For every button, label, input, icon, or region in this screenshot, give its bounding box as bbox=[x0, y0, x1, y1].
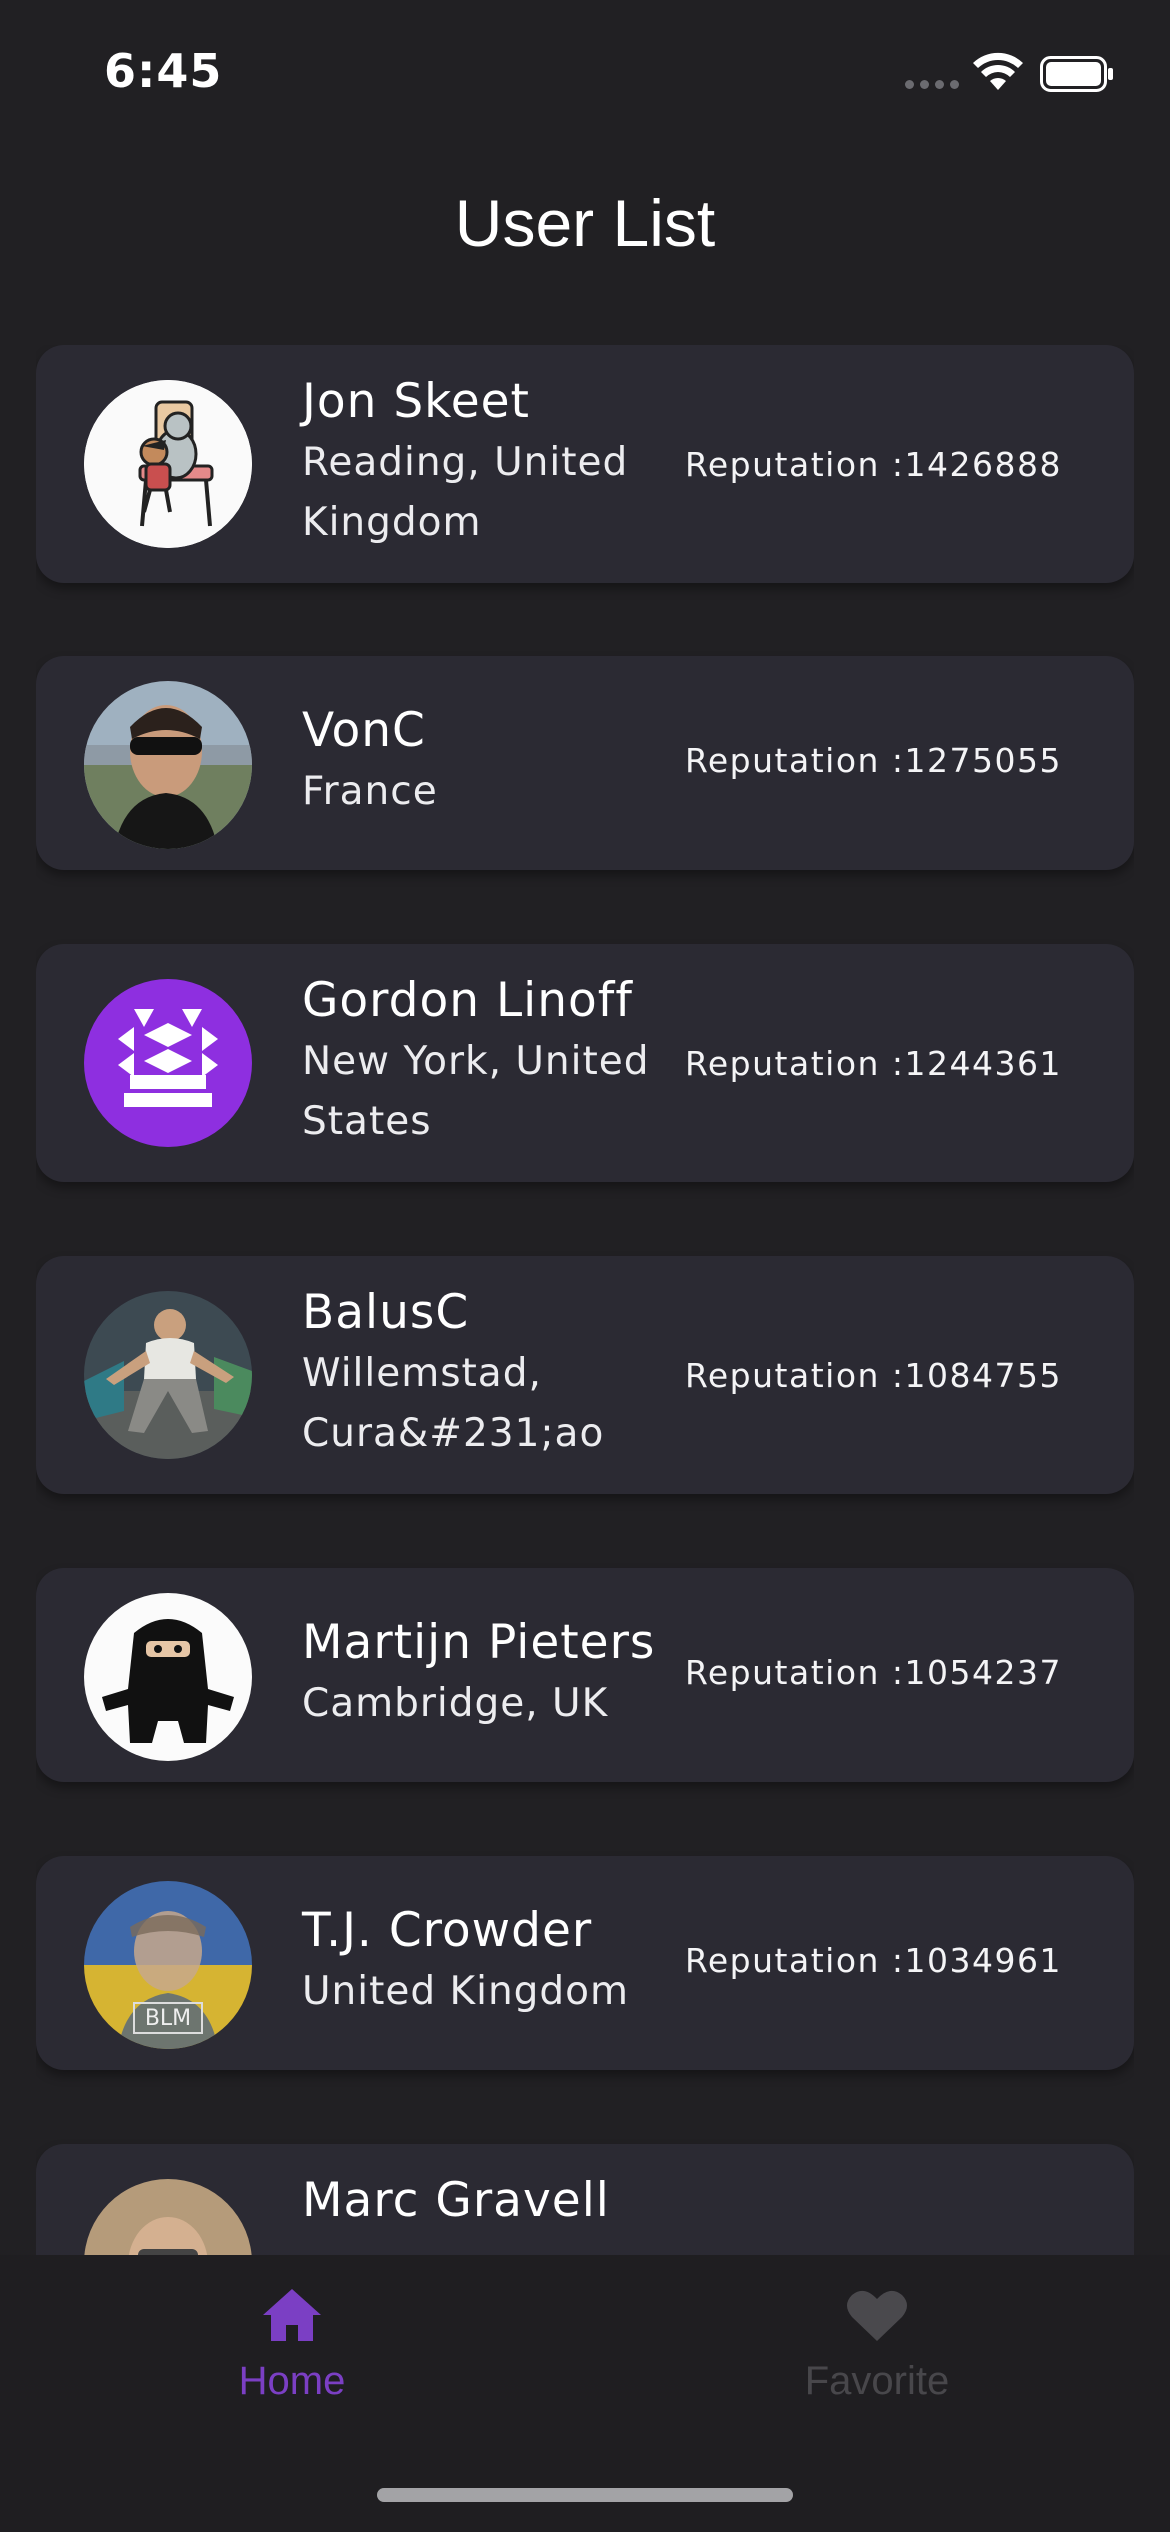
user-location: Reading, United Kingdom bbox=[302, 440, 629, 545]
user-name: T.J. Crowder bbox=[302, 1903, 593, 1958]
photo-avatar bbox=[84, 681, 252, 849]
home-indicator[interactable] bbox=[377, 2488, 793, 2502]
user-location: United Kingdom bbox=[302, 1969, 630, 2014]
user-card[interactable]: Gordon Linoff New York, United States Re… bbox=[36, 944, 1134, 1182]
user-name: VonC bbox=[302, 703, 426, 758]
user-card[interactable]: Marc Gravell bbox=[36, 2144, 1134, 2255]
page-title: User List bbox=[454, 186, 716, 260]
nav-home-tab[interactable]: Home bbox=[142, 2285, 442, 2404]
identicon-avatar bbox=[84, 979, 252, 1147]
nav-home-label: Home bbox=[238, 2359, 346, 2403]
reputation-label: Reputation :1084755 bbox=[684, 1356, 1062, 1395]
reputation-label: Reputation :1275055 bbox=[684, 741, 1062, 780]
wifi-icon bbox=[973, 52, 1023, 90]
home-icon bbox=[263, 2289, 321, 2341]
user-location: Cambridge, UK bbox=[302, 1681, 609, 1726]
cartoon-avatar bbox=[84, 380, 252, 548]
user-card[interactable]: Jon Skeet Reading, United Kingdom Reputa… bbox=[36, 345, 1134, 583]
reputation-label: Reputation :1426888 bbox=[684, 445, 1062, 484]
user-name: Jon Skeet bbox=[302, 374, 530, 429]
status-time: 6:45 bbox=[104, 44, 223, 98]
photo-avatar bbox=[84, 1291, 252, 1459]
user-name: Marc Gravell bbox=[302, 2173, 610, 2228]
user-list[interactable]: Jon Skeet Reading, United Kingdom Reputa… bbox=[36, 345, 1134, 2255]
user-card[interactable]: BLM T.J. Crowder United Kingdom Reputati… bbox=[36, 1856, 1134, 2070]
cellular-signal-icon bbox=[905, 80, 959, 89]
photo-avatar bbox=[84, 2179, 252, 2255]
photo-avatar: BLM bbox=[84, 1881, 252, 2049]
user-location: Willemstad, Cura&#231;ao bbox=[302, 1351, 605, 1456]
reputation-label: Reputation :1244361 bbox=[684, 1044, 1062, 1083]
user-card[interactable]: VonC France Reputation :1275055 bbox=[36, 656, 1134, 870]
nav-favorite-label: Favorite bbox=[804, 2359, 950, 2403]
status-bar: 6:45 bbox=[0, 0, 1170, 150]
user-location: New York, United States bbox=[302, 1039, 650, 1144]
user-name: Martijn Pieters bbox=[302, 1615, 656, 1670]
heart-icon bbox=[847, 2290, 907, 2341]
user-name: BalusC bbox=[302, 1285, 470, 1340]
ninja-avatar bbox=[84, 1593, 252, 1761]
user-name: Gordon Linoff bbox=[302, 973, 633, 1028]
user-card[interactable]: Martijn Pieters Cambridge, UK Reputation… bbox=[36, 1568, 1134, 1782]
avatar-badge-text: BLM bbox=[145, 2006, 191, 2031]
nav-favorite-tab[interactable]: Favorite bbox=[727, 2285, 1027, 2404]
user-location: France bbox=[302, 769, 438, 814]
reputation-label: Reputation :1034961 bbox=[684, 1941, 1062, 1980]
reputation-label: Reputation :1054237 bbox=[684, 1653, 1062, 1692]
battery-icon bbox=[1040, 56, 1113, 92]
user-card[interactable]: BalusC Willemstad, Cura&#231;ao Reputati… bbox=[36, 1256, 1134, 1494]
